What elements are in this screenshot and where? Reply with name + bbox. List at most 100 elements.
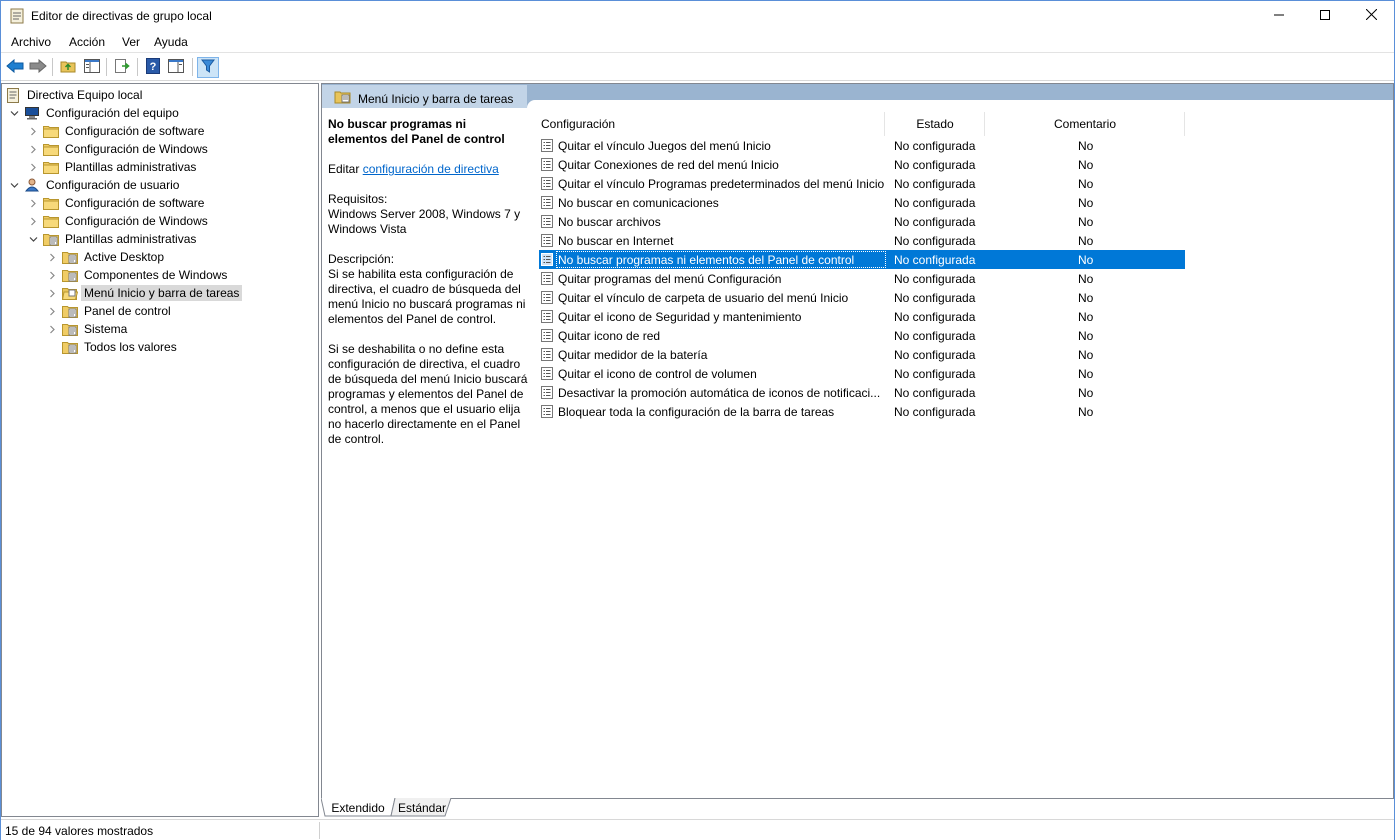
setting-row[interactable]: Quitar el vínculo Programas predetermina…	[539, 174, 1185, 193]
setting-row[interactable]: Quitar el icono de Seguridad y mantenimi…	[539, 307, 1185, 326]
tab-standard[interactable]: Estándar	[395, 799, 449, 817]
show-hide-action-pane-button[interactable]	[165, 57, 187, 78]
gpedit-window: Editor de directivas de grupo local Arch…	[0, 0, 1395, 840]
policy-document-icon	[5, 87, 21, 103]
menu-ayuda[interactable]: Ayuda	[154, 35, 188, 49]
tree-item[interactable]: Active Desktop	[46, 248, 167, 266]
setting-row[interactable]: Quitar programas del menú Configuración N…	[539, 269, 1185, 288]
chevron-right-icon[interactable]	[46, 323, 58, 335]
tree-item[interactable]: Configuración de Windows	[27, 140, 211, 158]
folder-icon	[43, 142, 59, 156]
tree-item[interactable]: Plantillas administrativas	[27, 230, 199, 248]
column-header-state[interactable]: Estado	[885, 112, 985, 136]
close-button[interactable]	[1348, 1, 1394, 31]
tree-item[interactable]: Configuración de software	[27, 122, 207, 140]
description-label: Descripción:	[328, 252, 395, 266]
chevron-right-icon[interactable]	[27, 215, 39, 227]
chevron-down-icon[interactable]	[8, 179, 20, 191]
tree-item[interactable]: Componentes de Windows	[46, 266, 230, 284]
tree-item[interactable]: Plantillas administrativas	[27, 158, 199, 176]
setting-name: Quitar el vínculo Programas predetermina…	[558, 177, 885, 191]
policy-setting-icon	[541, 177, 553, 190]
setting-name: Quitar icono de red	[558, 329, 661, 343]
chevron-right-icon[interactable]	[46, 305, 58, 317]
menu-accion[interactable]: Acción	[69, 35, 105, 49]
tree-item-label: Configuración de software	[65, 124, 205, 138]
chevron-right-icon[interactable]	[27, 143, 39, 155]
tree-item-label: Configuración de software	[65, 196, 205, 210]
tree-item-label: Configuración de usuario	[46, 178, 180, 192]
tab-extended[interactable]: Extendido	[329, 799, 387, 817]
setting-row[interactable]: No buscar en Internet No configurada No	[539, 231, 1185, 250]
chevron-right-icon[interactable]	[27, 161, 39, 173]
setting-name: Quitar programas del menú Configuración	[558, 272, 782, 286]
policy-setting-icon	[541, 158, 553, 171]
tree-item[interactable]: Sistema	[46, 320, 130, 338]
chevron-right-icon[interactable]	[46, 269, 58, 281]
setting-comment: No	[1078, 291, 1094, 305]
setting-row[interactable]: Quitar el vínculo Juegos del menú Inicio…	[539, 136, 1185, 155]
export-list-button[interactable]	[112, 57, 134, 78]
edit-policy-link[interactable]: configuración de directiva	[363, 162, 499, 176]
setting-state: No configurada	[894, 234, 976, 248]
chevron-right-icon[interactable]	[27, 197, 39, 209]
setting-comment: No	[1078, 234, 1094, 248]
setting-state: No configurada	[894, 310, 976, 324]
tree-item[interactable]: Configuración del equipo	[8, 104, 182, 122]
help-button[interactable]: ?	[142, 57, 164, 78]
chevron-down-icon[interactable]	[27, 233, 39, 245]
minimize-button[interactable]	[1256, 1, 1302, 31]
description-paragraph-2: Si se deshabilita o no define esta confi…	[328, 342, 528, 446]
details-pane: Menú Inicio y barra de tareas No buscar …	[321, 83, 1394, 799]
policy-editor-app-icon	[10, 8, 24, 24]
maximize-icon	[1320, 9, 1330, 23]
setting-row[interactable]: Bloquear toda la configuración de la bar…	[539, 402, 1185, 421]
tree-item-label: Panel de control	[84, 304, 171, 318]
setting-row[interactable]: No buscar programas ni elementos del Pan…	[539, 250, 1185, 269]
setting-state: No configurada	[894, 177, 976, 191]
setting-row[interactable]: No buscar en comunicaciones No configurad…	[539, 193, 1185, 212]
setting-comment: No	[1078, 272, 1094, 286]
tree-item[interactable]: Configuración de software	[27, 194, 207, 212]
column-header-comment[interactable]: Comentario	[985, 112, 1185, 136]
tree-item[interactable]: Directiva Equipo local	[5, 86, 145, 104]
setting-row[interactable]: Quitar Conexiones de red del menú Inicio…	[539, 155, 1185, 174]
filter-button[interactable]	[197, 57, 219, 78]
back-button[interactable]	[4, 57, 26, 78]
column-header-setting[interactable]: Configuración	[541, 112, 884, 136]
chevron-down-icon[interactable]	[8, 107, 20, 119]
policy-description-panel: No buscar programas ni elementos del Pan…	[328, 117, 528, 462]
chevron-right-icon[interactable]	[27, 125, 39, 137]
tree-item[interactable]: Todos los valores	[46, 338, 180, 356]
tree-item[interactable]: Configuración de usuario	[8, 176, 182, 194]
forward-button[interactable]	[27, 57, 49, 78]
column-separator[interactable]	[1184, 112, 1185, 136]
setting-row[interactable]: Quitar el icono de control de volumen No …	[539, 364, 1185, 383]
tree-item-label: Configuración de Windows	[65, 214, 208, 228]
maximize-button[interactable]	[1302, 1, 1348, 31]
chevron-right-icon[interactable]	[46, 251, 58, 263]
setting-name: Quitar medidor de la batería	[558, 348, 708, 362]
show-hide-tree-button[interactable]	[81, 57, 103, 78]
tree-item-label: Plantillas administrativas	[65, 232, 197, 246]
tree-item[interactable]: Configuración de Windows	[27, 212, 211, 230]
menu-ver[interactable]: Ver	[122, 35, 140, 49]
setting-row[interactable]: Quitar icono de red No configurada No	[539, 326, 1185, 345]
folder-icon	[43, 214, 59, 228]
policy-setting-icon	[541, 196, 553, 209]
chevron-right-icon[interactable]	[46, 287, 58, 299]
setting-row[interactable]: Desactivar la promoción automática de ic…	[539, 383, 1185, 402]
setting-name: No buscar en comunicaciones	[558, 196, 719, 210]
window-title: Editor de directivas de grupo local	[31, 9, 212, 23]
up-one-level-button[interactable]	[57, 57, 79, 78]
user-icon	[24, 178, 40, 192]
setting-row[interactable]: Quitar el vínculo de carpeta de usuario …	[539, 288, 1185, 307]
setting-row[interactable]: Quitar medidor de la batería No configura…	[539, 345, 1185, 364]
description-block: Descripción: Si se habilita esta configur…	[328, 252, 528, 327]
setting-name: No buscar archivos	[558, 215, 661, 229]
menu-archivo[interactable]: Archivo	[11, 35, 51, 49]
policy-setting-icon	[541, 291, 553, 304]
setting-row[interactable]: No buscar archivos No configurada No	[539, 212, 1185, 231]
tree-item[interactable]: Panel de control	[46, 302, 174, 320]
tree-item[interactable]: Menú Inicio y barra de tareas	[46, 284, 243, 302]
